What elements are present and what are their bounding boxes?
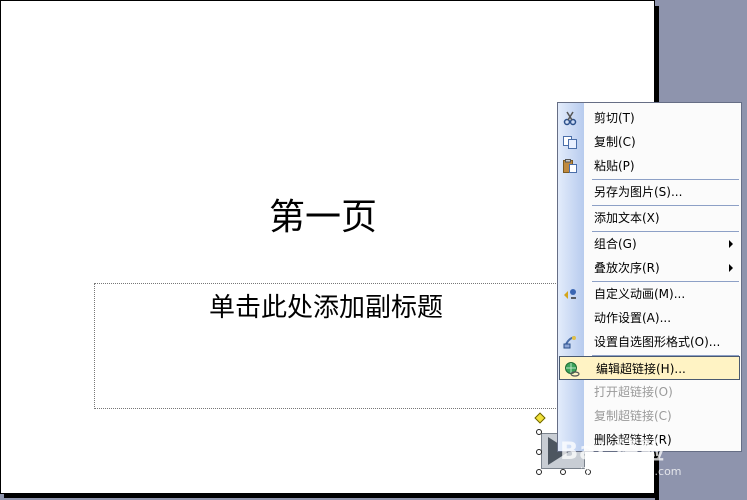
- slide-shadow: [4, 494, 659, 498]
- paste-icon: [562, 158, 578, 174]
- menu-item-label: 复制(C): [594, 135, 636, 149]
- submenu-arrow-icon: [729, 240, 733, 248]
- menu-item-edit-hyperlink[interactable]: 编辑超链接(H)...: [559, 356, 740, 380]
- menu-item-cut[interactable]: 剪切(T): [558, 106, 741, 130]
- menu-item-label: 删除超链接(R): [594, 433, 672, 447]
- menu-item-remove-hyperlink[interactable]: 删除超链接(R): [558, 428, 741, 452]
- menu-item-paste[interactable]: 粘贴(P): [558, 154, 741, 178]
- scissors-icon: [562, 110, 578, 126]
- menu-item-label: 剪切(T): [594, 111, 635, 125]
- subtitle-text[interactable]: 单击此处添加副标题: [94, 287, 558, 324]
- menu-item-copy[interactable]: 复制(C): [558, 130, 741, 154]
- menu-item-copy-hyperlink[interactable]: 复制超链接(C): [558, 404, 741, 428]
- menu-item-label: 动作设置(A)...: [594, 311, 672, 325]
- menu-item-format-shape[interactable]: 设置自选图形格式(O)...: [558, 330, 741, 354]
- slide-title[interactable]: 第一页: [0, 188, 646, 240]
- copy-icon: [562, 134, 578, 150]
- menu-item-label: 设置自选图形格式(O)...: [594, 335, 721, 349]
- menu-item-label: 另存为图片(S)...: [594, 185, 683, 199]
- menu-item-label: 叠放次序(R): [594, 261, 660, 275]
- resize-handle[interactable]: [560, 469, 566, 475]
- menu-item-action-settings[interactable]: 动作设置(A)...: [558, 306, 741, 330]
- context-menu: 剪切(T) 复制(C) 粘贴(P) 另存为图片(S)... 添加文本(X) 组合…: [557, 102, 742, 452]
- menu-item-label: 编辑超链接(H)...: [596, 362, 686, 376]
- submenu-arrow-icon: [729, 264, 733, 272]
- hyperlink-globe-icon: [564, 361, 580, 377]
- menu-item-order[interactable]: 叠放次序(R): [558, 256, 741, 280]
- resize-handle[interactable]: [585, 469, 591, 475]
- menu-item-label: 添加文本(X): [594, 211, 660, 225]
- resize-handle[interactable]: [536, 469, 542, 475]
- resize-handle[interactable]: [536, 449, 542, 455]
- menu-item-label: 粘贴(P): [594, 159, 635, 173]
- menu-item-custom-animation[interactable]: 自定义动画(M)...: [558, 282, 741, 306]
- menu-item-label: 组合(G): [594, 237, 637, 251]
- menu-item-group[interactable]: 组合(G): [558, 232, 741, 256]
- menu-item-label: 自定义动画(M)...: [594, 287, 686, 301]
- menu-item-add-text[interactable]: 添加文本(X): [558, 206, 741, 230]
- menu-item-label: 打开超链接(O): [594, 385, 673, 399]
- resize-handle[interactable]: [536, 429, 542, 435]
- format-shape-icon: [562, 334, 578, 350]
- menu-item-label: 复制超链接(C): [594, 409, 672, 423]
- menu-item-save-as-picture[interactable]: 另存为图片(S)...: [558, 180, 741, 204]
- custom-animation-icon: [562, 286, 578, 302]
- menu-item-open-hyperlink[interactable]: 打开超链接(O): [558, 380, 741, 404]
